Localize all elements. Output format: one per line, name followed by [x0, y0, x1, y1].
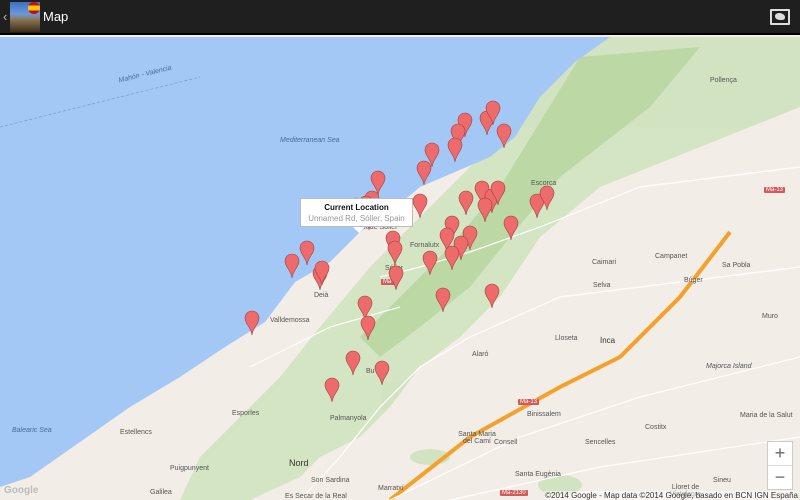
- map-marker-pin-icon[interactable]: [388, 265, 404, 291]
- info-window-title: Current Location: [324, 203, 389, 212]
- zoom-out-button[interactable]: −: [768, 466, 792, 490]
- map-marker-pin-icon[interactable]: [284, 253, 300, 279]
- back-chevron-icon[interactable]: ‹: [3, 9, 9, 24]
- map-marker-pin-icon[interactable]: [444, 245, 460, 271]
- map-marker-pin-icon[interactable]: [435, 287, 451, 313]
- map-marker-pin-icon[interactable]: [299, 240, 315, 266]
- map-marker-pin-icon[interactable]: [503, 215, 519, 241]
- map-marker-pin-icon[interactable]: [412, 193, 428, 219]
- zoom-in-button[interactable]: +: [768, 442, 792, 466]
- map-marker-pin-icon[interactable]: [477, 197, 493, 223]
- world-map-icon[interactable]: [770, 9, 790, 25]
- info-window[interactable]: Current Location Unnamed Rd, Sóller, Spa…: [300, 198, 413, 233]
- map-marker-pin-icon[interactable]: [244, 310, 260, 336]
- map-marker-pin-icon[interactable]: [447, 137, 463, 163]
- map-marker-pin-icon[interactable]: [387, 240, 403, 266]
- map-marker-pin-icon[interactable]: [360, 315, 376, 341]
- map-marker-pin-icon[interactable]: [345, 350, 361, 376]
- map-marker-pin-icon[interactable]: [458, 190, 474, 216]
- map-marker-pin-icon[interactable]: [484, 283, 500, 309]
- google-logo: Google: [4, 485, 39, 496]
- map-marker-pin-icon[interactable]: [496, 123, 512, 149]
- spain-flag-icon: [28, 1, 40, 14]
- zoom-controls: + −: [767, 441, 793, 490]
- marker-layer: [244, 100, 555, 403]
- map-view[interactable]: Mahón - Valencia Mediterranean Sea Balea…: [0, 37, 800, 500]
- map-marker-pin-icon[interactable]: [324, 377, 340, 403]
- info-window-address: Unnamed Rd, Sóller, Spain: [308, 214, 405, 223]
- app-icon[interactable]: [10, 1, 40, 32]
- app-title: Map: [43, 9, 69, 24]
- map-marker-pin-icon[interactable]: [422, 250, 438, 276]
- map-marker-pin-icon[interactable]: [374, 360, 390, 386]
- copyright-text: ©2014 Google - Map data ©2014 Google, ba…: [545, 491, 798, 500]
- action-bar: ‹ Map: [0, 0, 800, 35]
- map-marker-pin-icon[interactable]: [416, 160, 432, 186]
